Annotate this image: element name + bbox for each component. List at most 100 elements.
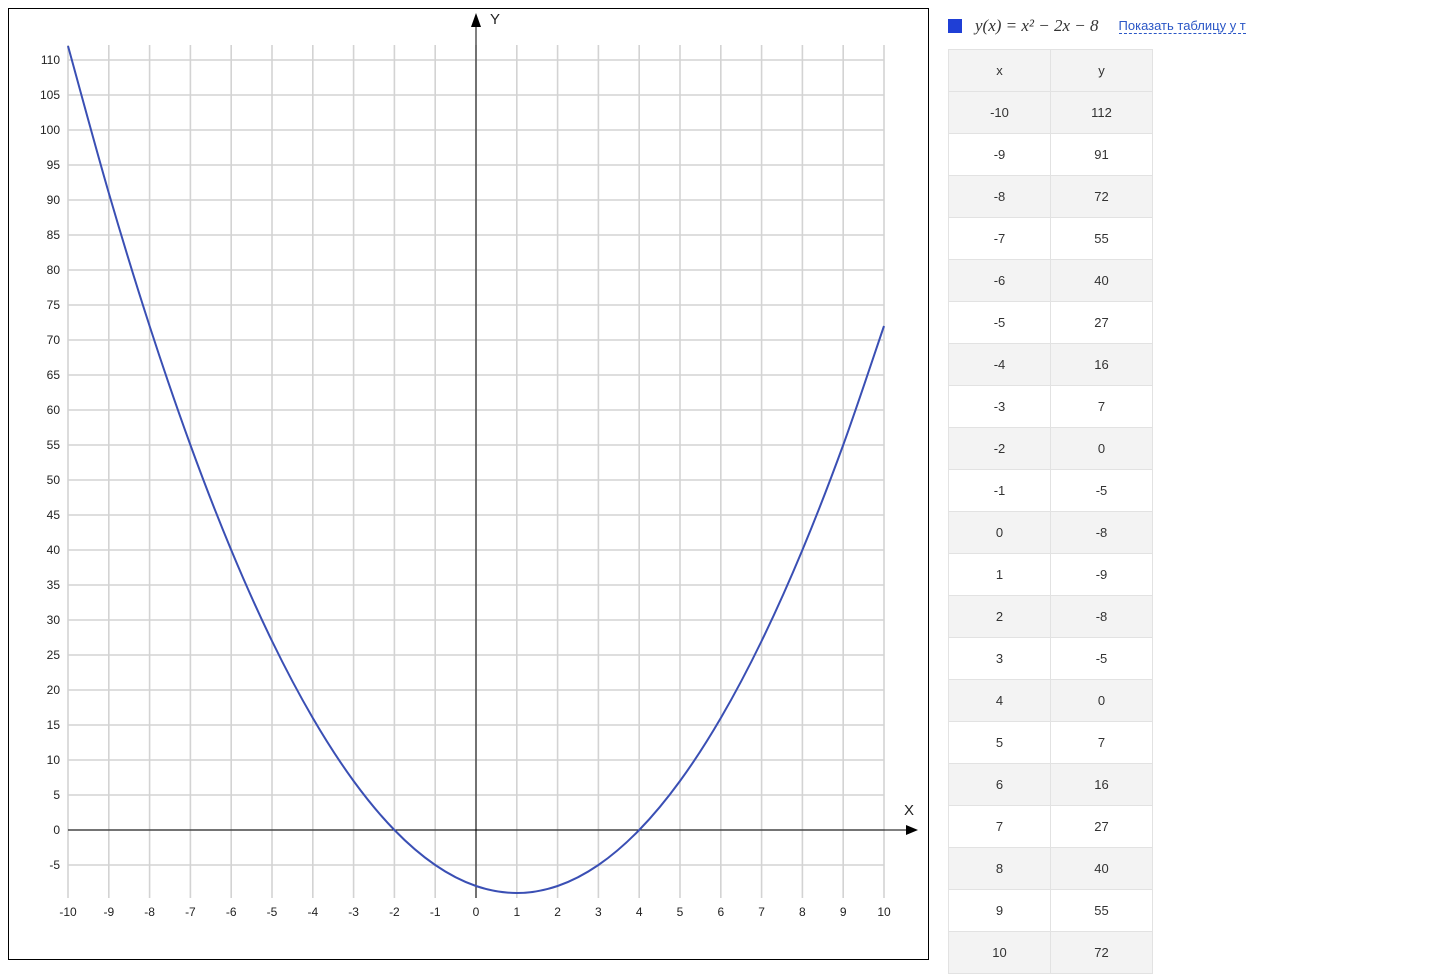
table-row: -1-5 [949, 470, 1153, 512]
legend-formula: y(x) = x² − 2x − 8 [975, 16, 1099, 36]
table-cell-y: 7 [1051, 722, 1153, 764]
table-row: -872 [949, 176, 1153, 218]
table-cell-y: 40 [1051, 260, 1153, 302]
y-tick-label: 10 [47, 753, 61, 767]
table-row: -416 [949, 344, 1153, 386]
x-tick-label: -7 [185, 905, 196, 919]
y-tick-label: 70 [47, 333, 61, 347]
table-cell-y: -9 [1051, 554, 1153, 596]
y-tick-label: 30 [47, 613, 61, 627]
table-cell-y: 27 [1051, 302, 1153, 344]
y-tick-label: 65 [47, 368, 61, 382]
x-tick-label: -9 [103, 905, 114, 919]
table-cell-x: -7 [949, 218, 1051, 260]
table-cell-x: -5 [949, 302, 1051, 344]
table-cell-x: 7 [949, 806, 1051, 848]
table-cell-x: 9 [949, 890, 1051, 932]
y-tick-label: 95 [47, 158, 61, 172]
table-cell-x: -2 [949, 428, 1051, 470]
x-tick-label: -6 [226, 905, 237, 919]
y-tick-label: 45 [47, 508, 61, 522]
table-row: 727 [949, 806, 1153, 848]
table-row: 3-5 [949, 638, 1153, 680]
x-tick-label: 3 [595, 905, 602, 919]
values-table-body: -10112-991-872-755-640-527-416-37-20-1-5… [949, 92, 1153, 974]
table-header-y: y [1051, 50, 1153, 92]
table-cell-y: 55 [1051, 890, 1153, 932]
table-cell-x: -9 [949, 134, 1051, 176]
table-cell-x: 0 [949, 512, 1051, 554]
table-cell-y: 55 [1051, 218, 1153, 260]
table-cell-x: 5 [949, 722, 1051, 764]
table-row: -991 [949, 134, 1153, 176]
table-row: 40 [949, 680, 1153, 722]
y-tick-label: 55 [47, 438, 61, 452]
table-row: -755 [949, 218, 1153, 260]
y-tick-label: 35 [47, 578, 61, 592]
table-cell-x: 2 [949, 596, 1051, 638]
tick-labels: -10-9-8-7-6-5-4-3-2-1012345678910-505101… [40, 53, 891, 919]
table-cell-y: 91 [1051, 134, 1153, 176]
table-cell-x: 6 [949, 764, 1051, 806]
x-axis-arrow [906, 825, 918, 835]
x-tick-label: -5 [267, 905, 278, 919]
table-cell-y: 16 [1051, 344, 1153, 386]
table-cell-x: -4 [949, 344, 1051, 386]
table-cell-x: -3 [949, 386, 1051, 428]
table-cell-y: -5 [1051, 638, 1153, 680]
table-row: -527 [949, 302, 1153, 344]
table-row: -640 [949, 260, 1153, 302]
table-cell-y: 0 [1051, 680, 1153, 722]
table-row: 1-9 [949, 554, 1153, 596]
table-header-x: x [949, 50, 1051, 92]
table-cell-x: 8 [949, 848, 1051, 890]
y-tick-label: 40 [47, 543, 61, 557]
table-cell-x: 1 [949, 554, 1051, 596]
table-row: 840 [949, 848, 1153, 890]
y-tick-label: 50 [47, 473, 61, 487]
axes [68, 13, 918, 898]
table-cell-y: 27 [1051, 806, 1153, 848]
table-row: 1072 [949, 932, 1153, 974]
x-tick-label: -8 [144, 905, 155, 919]
legend: y(x) = x² − 2x − 8 Показать таблицу у т [948, 14, 1246, 38]
x-tick-label: -3 [348, 905, 359, 919]
x-tick-label: -2 [389, 905, 400, 919]
y-tick-label: 90 [47, 193, 61, 207]
table-cell-x: -1 [949, 470, 1051, 512]
x-tick-label: -1 [430, 905, 441, 919]
x-axis-label: X [904, 802, 914, 819]
table-row: 616 [949, 764, 1153, 806]
table-cell-x: -6 [949, 260, 1051, 302]
y-axis-arrow [471, 13, 481, 27]
x-tick-label: 6 [717, 905, 724, 919]
x-tick-label: 0 [473, 905, 480, 919]
show-table-link[interactable]: Показать таблицу у т [1119, 18, 1246, 34]
table-cell-y: 16 [1051, 764, 1153, 806]
y-tick-label: 75 [47, 298, 61, 312]
y-tick-label: 60 [47, 403, 61, 417]
y-tick-label: 105 [40, 88, 60, 102]
x-tick-label: 2 [554, 905, 561, 919]
table-cell-y: 40 [1051, 848, 1153, 890]
chart-svg: -10-9-8-7-6-5-4-3-2-1012345678910-505101… [0, 0, 1448, 972]
table-cell-y: 72 [1051, 932, 1153, 974]
table-cell-x: 3 [949, 638, 1051, 680]
table-cell-y: 0 [1051, 428, 1153, 470]
x-tick-label: -10 [59, 905, 77, 919]
x-tick-label: 9 [840, 905, 847, 919]
x-tick-label: 7 [758, 905, 765, 919]
table-cell-x: -8 [949, 176, 1051, 218]
table-row: 0-8 [949, 512, 1153, 554]
values-table-container: x y -10112-991-872-755-640-527-416-37-20… [948, 49, 1153, 974]
table-cell-x: -10 [949, 92, 1051, 134]
y-tick-label: 80 [47, 263, 61, 277]
table-row: -37 [949, 386, 1153, 428]
x-tick-label: 4 [636, 905, 643, 919]
table-cell-y: 7 [1051, 386, 1153, 428]
x-tick-label: -4 [307, 905, 318, 919]
table-cell-y: -8 [1051, 512, 1153, 554]
table-cell-y: 72 [1051, 176, 1153, 218]
y-tick-label: 20 [47, 683, 61, 697]
table-cell-x: 4 [949, 680, 1051, 722]
